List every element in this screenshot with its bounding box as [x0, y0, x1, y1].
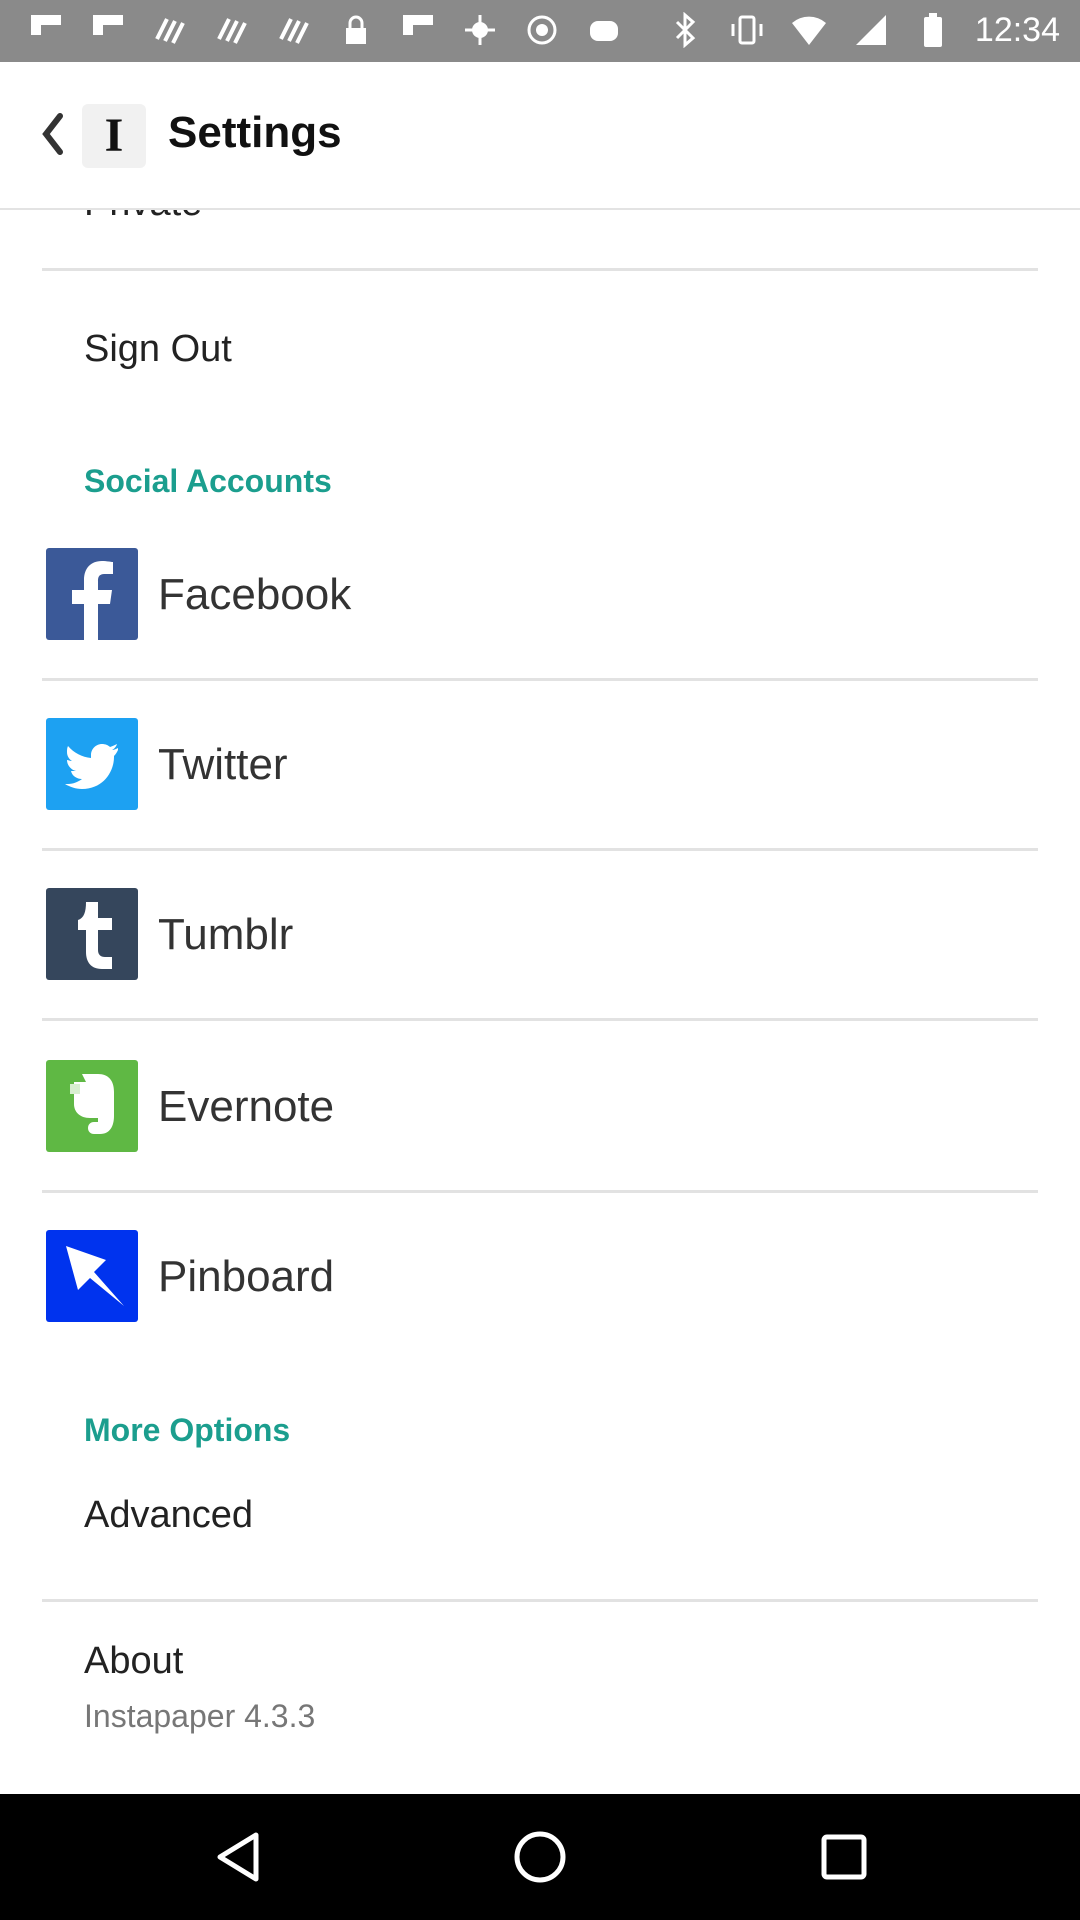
status-notification-icons — [26, 10, 624, 50]
twitter-icon — [46, 718, 138, 810]
back-triangle-icon[interactable] — [210, 1827, 270, 1887]
app-bar: I Settings — [0, 62, 1080, 210]
facebook-icon — [46, 548, 138, 640]
social-item-label: Evernote — [158, 1082, 335, 1131]
signal-icon — [851, 10, 891, 50]
divider — [42, 848, 1038, 851]
fake-gps-icon — [460, 10, 500, 50]
sign-out-label: Sign Out — [84, 328, 232, 370]
status-system-icons: 12:34 — [665, 10, 1060, 50]
settings-item-private[interactable]: Private — [0, 208, 1080, 242]
battery-icon — [913, 10, 953, 50]
divider — [42, 1018, 1038, 1021]
sign-out-item[interactable]: Sign Out — [0, 288, 1080, 408]
recents-square-icon[interactable] — [814, 1827, 874, 1887]
about-version: Instapaper 4.3.3 — [84, 1698, 316, 1734]
vpn-wave-icon — [274, 10, 314, 50]
status-bar: 12:34 — [0, 0, 1080, 62]
wifi-icon — [789, 10, 829, 50]
lock-icon — [336, 10, 376, 50]
bluetooth-icon — [665, 10, 705, 50]
about-label: About — [84, 1640, 184, 1682]
social-item-evernote[interactable]: Evernote — [0, 1060, 1080, 1230]
social-item-facebook[interactable]: Facebook — [0, 548, 1080, 718]
flipboard-icon — [88, 10, 128, 50]
vpn-wave-icon — [150, 10, 190, 50]
tumblr-icon — [46, 888, 138, 980]
vpn-wave-icon — [212, 10, 252, 50]
divider — [42, 1190, 1038, 1193]
social-item-pinboard[interactable]: Pinboard — [0, 1230, 1080, 1400]
back-arrow-icon[interactable] — [32, 104, 72, 164]
flipboard-icon — [26, 10, 66, 50]
evernote-icon — [46, 1060, 138, 1152]
pinboard-icon — [46, 1230, 138, 1322]
social-item-tumblr[interactable]: Tumblr — [0, 888, 1080, 1058]
game-icon — [584, 10, 624, 50]
social-item-label: Facebook — [158, 570, 352, 619]
advanced-item[interactable]: Advanced — [0, 1470, 1080, 1580]
section-header-social-accounts: Social Accounts — [84, 463, 332, 499]
status-time: 12:34 — [974, 11, 1060, 49]
advanced-label: Advanced — [84, 1494, 254, 1536]
settings-item-label: Private — [84, 208, 202, 225]
social-item-twitter[interactable]: Twitter — [0, 718, 1080, 888]
vibrate-icon — [727, 10, 767, 50]
about-item[interactable]: About Instapaper 4.3.3 — [0, 1618, 1080, 1778]
section-header-more-options: More Options — [84, 1412, 291, 1448]
social-item-label: Tumblr — [158, 910, 294, 959]
navigation-bar — [0, 1794, 1080, 1920]
app-logo-icon: I — [82, 104, 146, 168]
settings-list[interactable]: Private Sign Out Social Accounts Faceboo… — [0, 208, 1080, 1794]
divider — [42, 268, 1038, 271]
flipboard-icon — [398, 10, 438, 50]
circle-status-icon — [522, 10, 562, 50]
home-circle-icon[interactable] — [510, 1827, 570, 1887]
social-item-label: Pinboard — [158, 1252, 335, 1301]
page-title: Settings — [168, 108, 342, 157]
divider — [42, 678, 1038, 681]
social-item-label: Twitter — [158, 740, 288, 789]
divider — [42, 1599, 1038, 1602]
